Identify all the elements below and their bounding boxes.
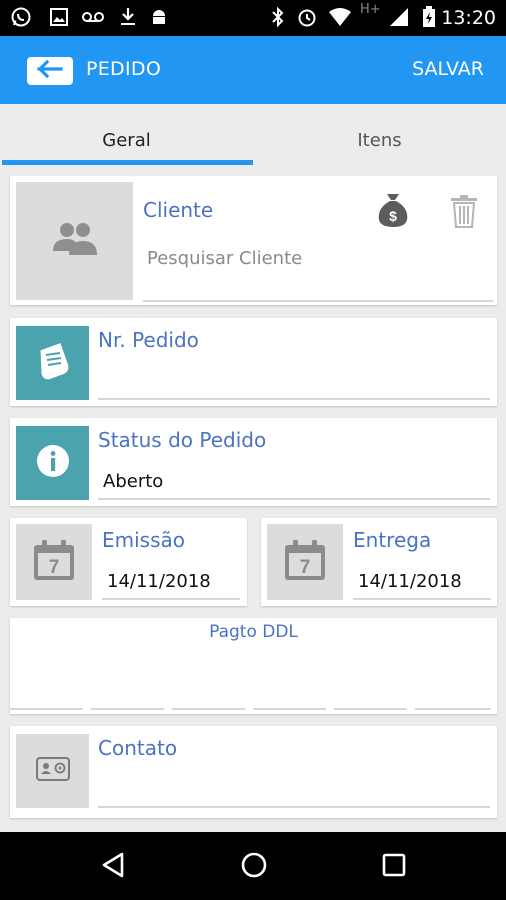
contato-underline (98, 806, 490, 808)
nr-pedido-underline (98, 398, 490, 400)
emissao-underline (102, 598, 240, 600)
entrega-date-field[interactable]: 14/11/2018 (358, 571, 462, 592)
square-recents-icon (381, 852, 407, 882)
image-icon (48, 6, 70, 28)
nav-back-button[interactable] (96, 850, 130, 884)
pagto-underline (415, 708, 491, 710)
bluetooth-icon (267, 6, 289, 28)
pagto-ddl-field-4[interactable] (253, 658, 326, 708)
money-bag-icon[interactable]: $ (376, 192, 410, 232)
pagto-ddl-card: Pagto DDL (10, 618, 497, 714)
emissao-thumb: 7 (16, 524, 92, 600)
signal-icon (388, 6, 410, 28)
battery-icon (418, 6, 440, 28)
tab-indicator (2, 160, 253, 165)
pagto-underline (10, 708, 83, 710)
people-icon (51, 219, 99, 263)
pagto-ddl-field-2[interactable] (91, 658, 164, 708)
nr-pedido-input[interactable] (102, 366, 488, 396)
calendar-icon: 7 (31, 538, 77, 586)
calendar-day: 7 (300, 557, 311, 578)
emissao-card: 7 Emissão 14/11/2018 (10, 518, 247, 606)
nr-pedido-card: Nr. Pedido (10, 318, 497, 406)
circle-home-icon (240, 851, 268, 883)
entrega-thumb: 7 (267, 524, 343, 600)
triangle-back-icon (100, 851, 126, 883)
contato-card: Contato (10, 726, 497, 818)
contato-input[interactable] (102, 774, 488, 804)
save-button[interactable]: SALVAR (412, 58, 484, 80)
cliente-label: Cliente (143, 198, 214, 222)
emissao-label: Emissão (102, 528, 186, 552)
status-value[interactable]: Aberto (103, 471, 163, 492)
nr-pedido-label: Nr. Pedido (98, 328, 199, 352)
navigation-bar (0, 832, 506, 900)
emissao-date-field[interactable]: 14/11/2018 (107, 571, 211, 592)
nav-recents-button[interactable] (377, 850, 411, 884)
entrega-card: 7 Entrega 14/11/2018 (261, 518, 497, 606)
cliente-card: Cliente Pesquisar Cliente $ (10, 176, 497, 305)
contato-thumb (16, 734, 89, 808)
back-button[interactable] (27, 57, 73, 85)
nr-pedido-thumb (16, 326, 89, 400)
clock: 13:20 (441, 7, 496, 29)
info-icon (35, 443, 71, 483)
pagto-ddl-field-1[interactable] (10, 658, 83, 708)
app-bar: PEDIDO SALVAR (0, 36, 506, 104)
status-underline (98, 498, 490, 500)
page-title: PEDIDO (86, 58, 162, 80)
wifi-icon (327, 6, 353, 28)
status-label: Status do Pedido (98, 428, 267, 452)
entrega-label: Entrega (353, 528, 432, 552)
pagto-underline (91, 708, 164, 710)
network-type: H+ (360, 2, 381, 17)
whatsapp-icon (10, 6, 32, 28)
entrega-underline (353, 598, 491, 600)
voicemail-icon (82, 6, 104, 28)
status-bar: H+ 13:20 (0, 0, 506, 36)
alarm-icon (296, 6, 318, 28)
download-icon (117, 6, 139, 28)
calendar-day: 7 (49, 557, 60, 578)
pagto-ddl-field-6[interactable] (415, 658, 491, 708)
trash-icon[interactable] (449, 194, 479, 232)
pagto-underline (334, 708, 407, 710)
pesquisar-cliente-field[interactable]: Pesquisar Cliente (147, 248, 302, 269)
status-thumb (16, 426, 89, 500)
pagto-underline (172, 708, 245, 710)
cliente-avatar (16, 182, 133, 300)
nav-home-button[interactable] (237, 850, 271, 884)
pagto-ddl-field-3[interactable] (172, 658, 245, 708)
pagto-ddl-label: Pagto DDL (209, 622, 298, 642)
contato-label: Contato (98, 736, 178, 760)
svg-text:$: $ (389, 208, 397, 224)
tab-bar: Geral Itens (0, 104, 506, 166)
tab-geral[interactable]: Geral (0, 104, 253, 166)
contact-card-icon (35, 755, 71, 787)
pagto-underline (253, 708, 326, 710)
receipt-icon (34, 342, 72, 384)
tab-itens[interactable]: Itens (253, 104, 506, 166)
pagto-ddl-field-5[interactable] (334, 658, 407, 708)
calendar-icon: 7 (282, 538, 328, 586)
status-card: Status do Pedido Aberto (10, 418, 497, 506)
cliente-underline (143, 300, 493, 302)
arrow-left-icon (37, 59, 63, 82)
android-icon (148, 6, 170, 28)
